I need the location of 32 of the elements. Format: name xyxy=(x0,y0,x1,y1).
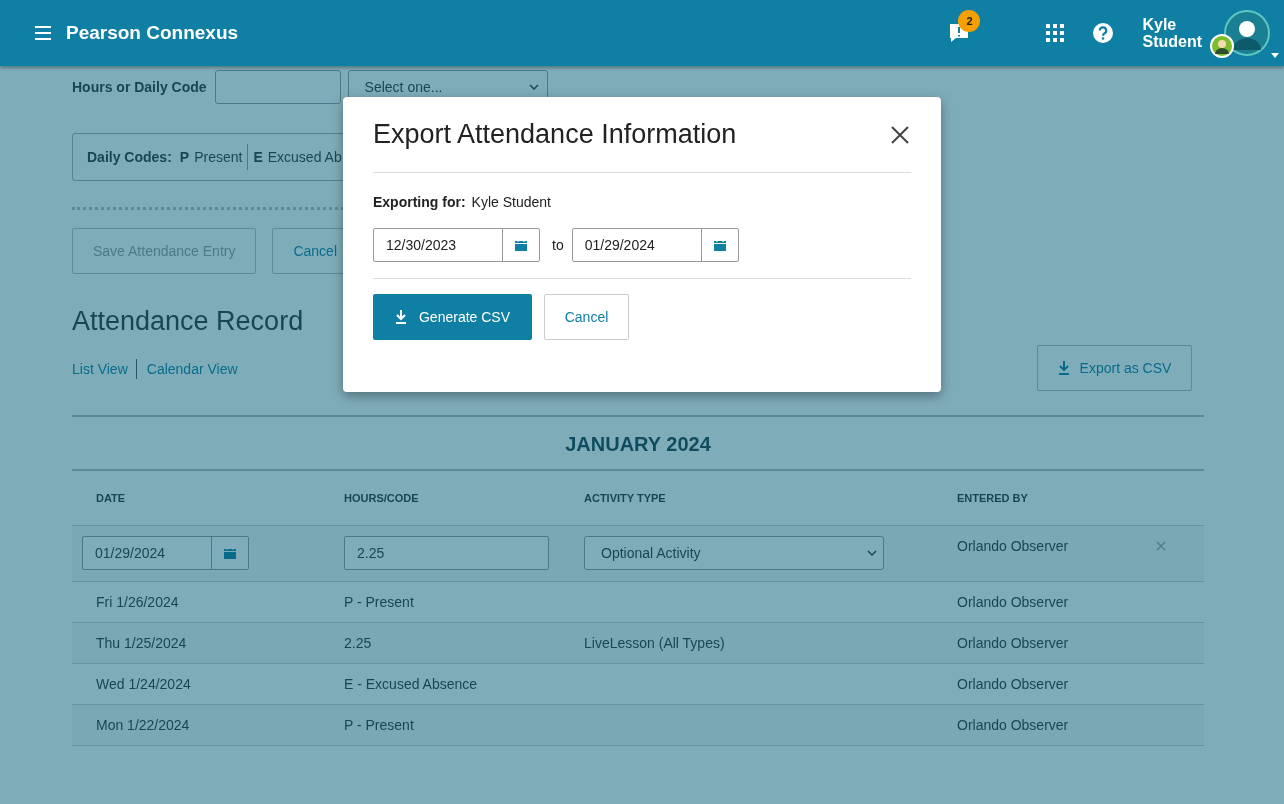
app-title: Pearson Connexus xyxy=(66,22,239,44)
dialog-title: Export Attendance Information xyxy=(373,119,737,150)
table-cell: Orlando Observer xyxy=(957,717,1069,733)
table-cell: Orlando Observer xyxy=(957,594,1069,610)
table-cell: P - Present xyxy=(344,717,414,733)
column-header: ENTERED BY xyxy=(956,492,1029,504)
daily-code-name: Present xyxy=(194,149,243,165)
table-cell: Mon 1/22/2024 xyxy=(96,717,190,733)
to-label: to xyxy=(552,237,564,253)
table-cell: E - Excused Absence xyxy=(344,676,478,692)
section-heading: Attendance Record xyxy=(72,306,304,337)
hours-label: Hours or Daily Code xyxy=(72,79,207,95)
daily-code-letter: P xyxy=(179,149,190,165)
notification-count-badge: 2 xyxy=(958,10,981,32)
column-header: ACTIVITY TYPE xyxy=(583,492,667,504)
daily-code-name: Excused Ab xyxy=(267,149,342,165)
daily-code-letter: E xyxy=(253,149,263,165)
table-cell: 2.25 xyxy=(344,635,372,651)
exporting-for-label: Exporting for: xyxy=(373,194,466,210)
student-name: Kyle Student xyxy=(471,194,551,210)
column-header: HOURS/CODE xyxy=(343,492,420,504)
table-cell: P - Present xyxy=(344,594,414,610)
table-cell: Thu 1/25/2024 xyxy=(96,635,187,651)
daily-codes-label: Daily Codes: xyxy=(87,149,172,165)
month-heading: JANUARY 2024 xyxy=(72,415,1204,471)
table-cell: Orlando Observer xyxy=(957,676,1069,692)
table-cell: Fri 1/26/2024 xyxy=(96,594,179,610)
column-header: DATE xyxy=(95,492,127,504)
table-cell: Orlando Observer xyxy=(957,635,1069,651)
table-cell: Orlando Observer xyxy=(957,538,1069,554)
table-cell: Wed 1/24/2024 xyxy=(96,676,191,692)
table-cell: LiveLesson (All Types) xyxy=(584,635,725,651)
